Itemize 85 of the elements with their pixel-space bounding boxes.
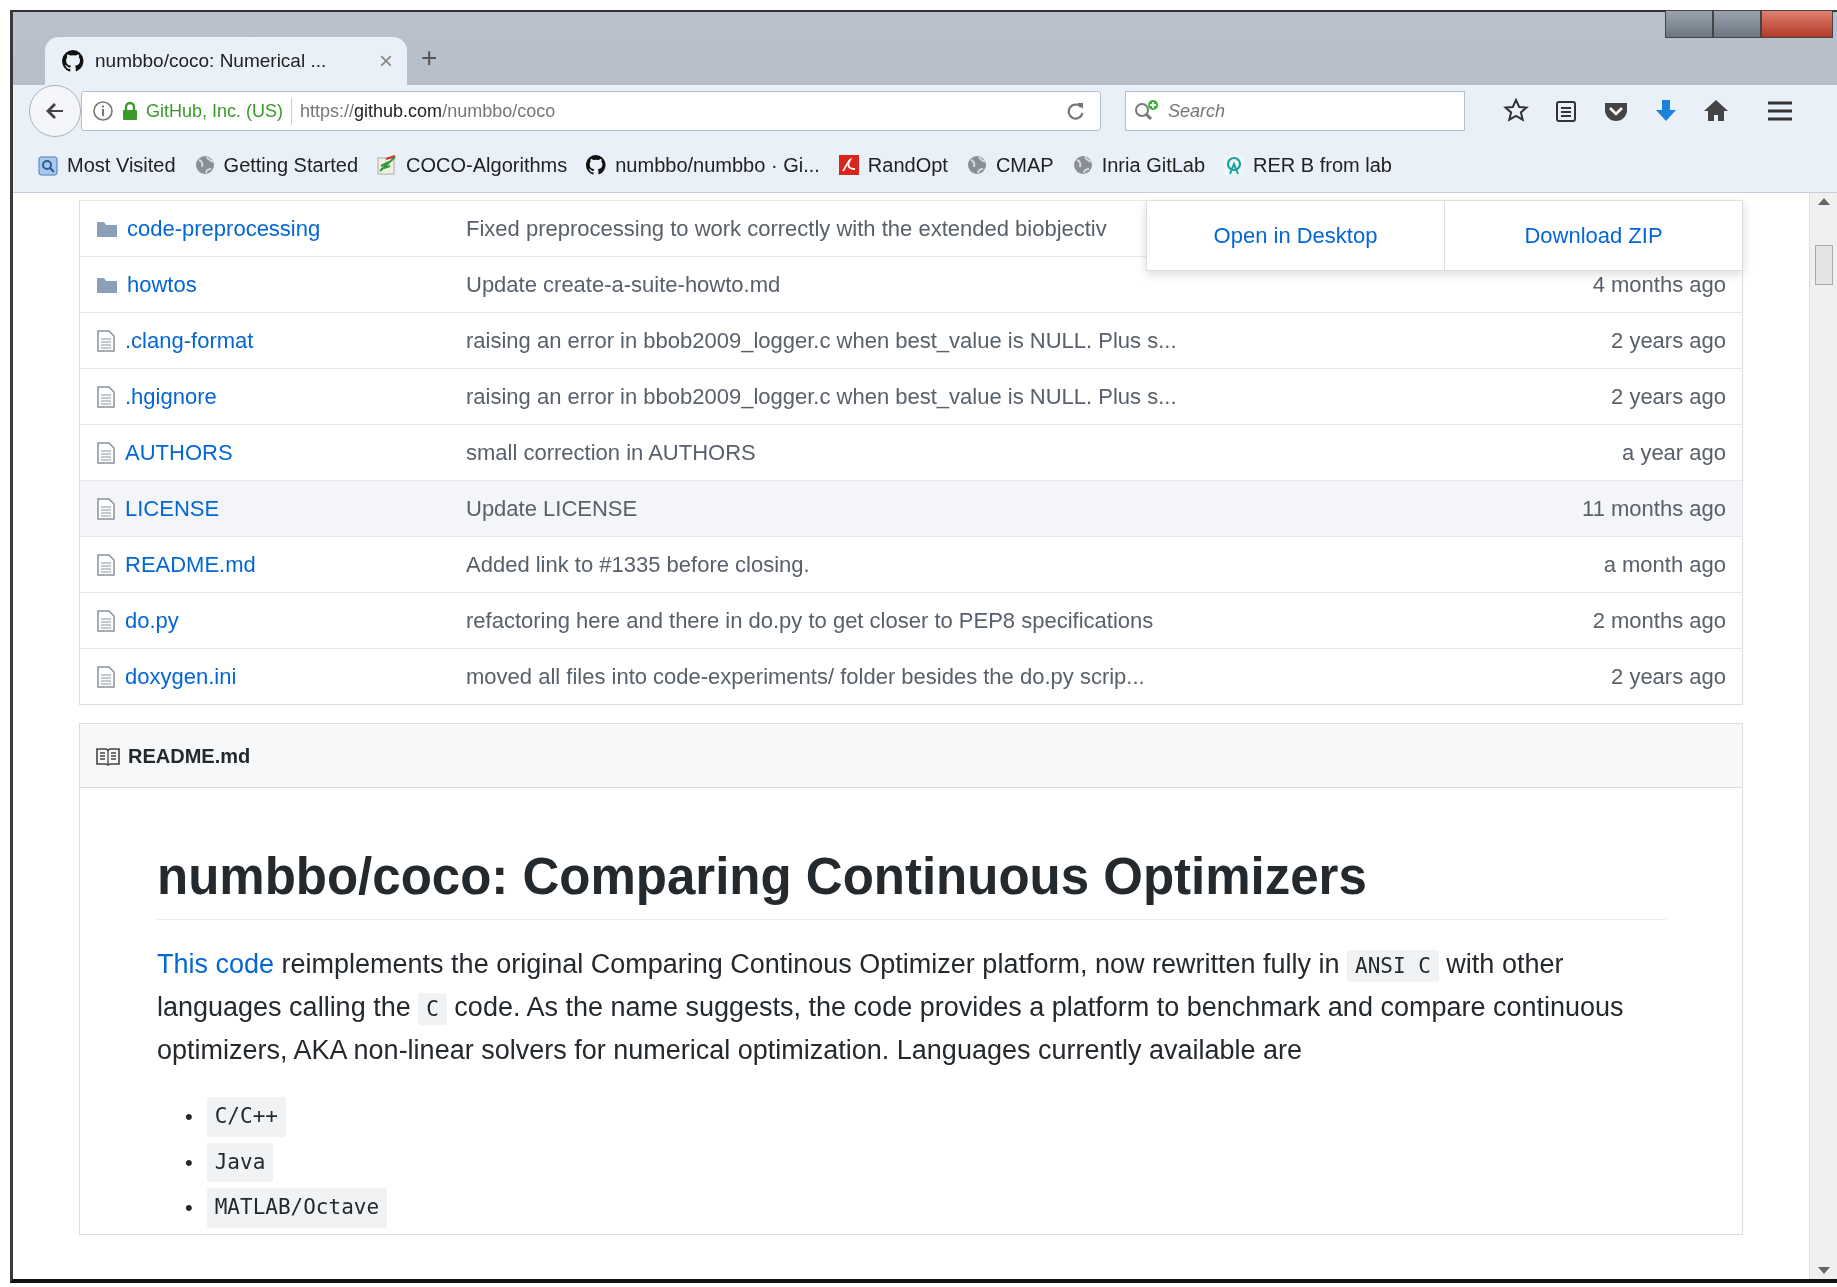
address-bar[interactable]: GitHub, Inc. (US) https://github.com/numbbo/coco xyxy=(81,91,1101,131)
menu-button[interactable]: Download ZIP xyxy=(1444,201,1742,270)
bullet: • xyxy=(185,1148,193,1177)
search-icon xyxy=(1133,99,1161,123)
minimize-button[interactable] xyxy=(1665,10,1713,38)
file-link[interactable]: howtos xyxy=(127,268,197,301)
list-item-code: C/C++ xyxy=(206,1097,286,1137)
file-link[interactable]: AUTHORS xyxy=(125,436,233,469)
commit-message-link[interactable]: Update LICENSE xyxy=(466,492,638,525)
lock-icon xyxy=(122,101,138,121)
bullet: • xyxy=(185,1103,193,1132)
scrollbar-thumb[interactable] xyxy=(1814,245,1833,285)
file-link[interactable]: code-preprocessing xyxy=(127,212,321,245)
commit-message-link[interactable]: raising an error in bbob2009_logger.c when best_value is NULL. Plus s... xyxy=(466,324,1177,357)
github-icon xyxy=(585,153,608,176)
bookmark-link[interactable]: Inria GitLab xyxy=(1071,149,1206,180)
bookmark-link[interactable]: Most Visited xyxy=(37,149,176,180)
file-icon xyxy=(96,609,116,632)
browser-tab[interactable]: numbbo/coco: Numerical ... × xyxy=(45,37,407,85)
bookmark-link[interactable]: Getting Started xyxy=(193,149,359,180)
commit-message-link[interactable]: moved all files into code-experiments/ folder besides the do.py scrip... xyxy=(466,660,1145,693)
file-icon xyxy=(96,665,116,688)
commit-age: 2 months ago xyxy=(1592,607,1726,635)
file-link[interactable]: README.md xyxy=(125,548,256,581)
file-icon xyxy=(96,385,116,408)
bookmark-link[interactable]: RandOpt xyxy=(837,149,948,180)
search-field[interactable]: Search xyxy=(1125,91,1465,131)
text-link[interactable]: This code xyxy=(157,949,275,980)
file-link[interactable]: .clang-format xyxy=(125,324,254,357)
file-link[interactable]: LICENSE xyxy=(125,492,220,525)
github-icon xyxy=(61,49,85,73)
file-row[interactable]: LICENSE Update LICENSE 11 months ago xyxy=(80,480,1742,536)
scroll-up-icon xyxy=(1817,197,1830,205)
book-icon xyxy=(96,745,120,766)
globe-icon xyxy=(193,153,216,176)
commit-age: 11 months ago xyxy=(1582,495,1726,523)
info-icon xyxy=(92,100,114,122)
bookmark-star-icon[interactable] xyxy=(1503,98,1529,124)
file-icon xyxy=(96,497,116,520)
file-link[interactable]: do.py xyxy=(125,604,179,637)
list-item-code: Java xyxy=(206,1142,274,1183)
file-icon xyxy=(96,329,116,352)
script-logo-icon xyxy=(837,153,860,176)
folder-icon xyxy=(96,219,118,238)
commit-age: 2 years ago xyxy=(1611,663,1726,691)
home-icon[interactable] xyxy=(1703,98,1729,124)
globe-icon xyxy=(965,153,988,176)
file-icon xyxy=(96,441,116,464)
readme-paragraph: This code reimplements the original Comparing Continous Optimizer platform, now rewritten fully in ANSI C with other languages calling the C code. As the name suggests, the code provides a platform to benchmark and compare continuous optimizers, AKA non-linear solvers for numerical optimization. Languages currently available are xyxy=(157,948,1625,1068)
readme-filename: README.md xyxy=(128,743,251,769)
commit-age: a month ago xyxy=(1603,551,1726,579)
commit-age: 4 months ago xyxy=(1592,271,1726,299)
back-button[interactable] xyxy=(29,85,81,137)
bookmark-link[interactable]: CMAP xyxy=(965,149,1054,180)
commit-message-link[interactable]: Fixed preprocessing to work correctly with the extended biobjectiv xyxy=(466,212,1107,245)
scroll-down-icon xyxy=(1817,1267,1830,1275)
commit-message-link[interactable]: small correction in AUTHORS xyxy=(466,436,756,469)
commit-age: a year ago xyxy=(1622,439,1726,467)
close-button[interactable] xyxy=(1761,10,1833,38)
bookmark-link[interactable]: numbbo/numbbo · Gi... xyxy=(585,149,820,180)
reading-list-icon[interactable] xyxy=(1553,98,1579,124)
file-link[interactable]: doxygen.ini xyxy=(125,660,237,693)
bookmark-link[interactable]: RER B from lab xyxy=(1223,149,1392,180)
bullet: • xyxy=(185,1194,193,1223)
file-icon xyxy=(96,553,116,576)
commit-age: 2 years ago xyxy=(1611,383,1726,411)
list-item-code: MATLAB/Octave xyxy=(206,1188,388,1228)
menu-button[interactable]: Open in Desktop xyxy=(1147,201,1444,270)
url-text: https://github.com/numbbo/coco xyxy=(300,99,556,123)
transit-icon xyxy=(1223,153,1246,176)
globe-icon xyxy=(1071,153,1094,176)
new-tab-button[interactable]: + xyxy=(421,37,438,85)
commit-message-link[interactable]: raising an error in bbob2009_logger.c when best_value is NULL. Plus s... xyxy=(466,380,1177,413)
scrollbar[interactable] xyxy=(1809,193,1837,1279)
commit-message-link[interactable]: Added link to #1335 before closing. xyxy=(466,548,810,581)
folder-icon xyxy=(96,275,118,294)
readme-heading: numbbo/coco: Comparing Continuous Optimizers xyxy=(157,846,1666,921)
maximize-button[interactable] xyxy=(1713,10,1761,38)
commit-age: 2 years ago xyxy=(1611,327,1726,355)
commit-message-link[interactable]: refactoring here and there in do.py to get closer to PEP8 specifications xyxy=(466,604,1154,637)
site-identity: GitHub, Inc. (US) xyxy=(146,97,293,125)
file-link[interactable]: .hgignore xyxy=(125,380,217,413)
bookmark-link[interactable]: COCO-Algorithms xyxy=(376,149,568,180)
folder-icon xyxy=(37,153,59,176)
commit-message-link[interactable]: Update create-a-suite-howto.md xyxy=(466,268,781,301)
